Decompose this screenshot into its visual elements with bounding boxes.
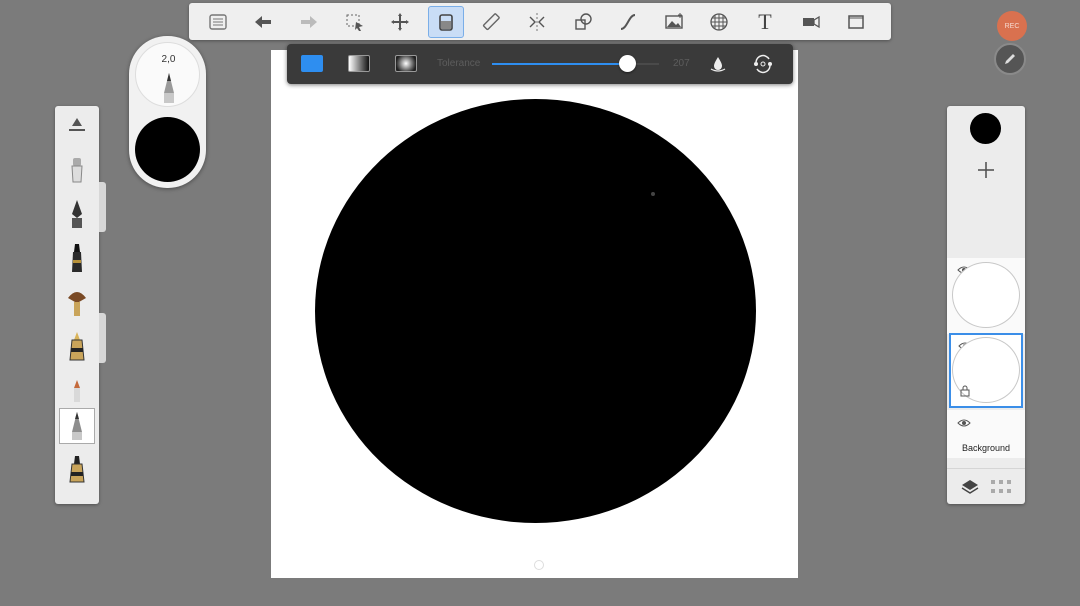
menu-list-button[interactable]	[200, 6, 236, 38]
paint-brush-icon	[69, 332, 85, 361]
redo-button[interactable]	[291, 6, 327, 38]
color-puck[interactable]	[135, 117, 200, 182]
image-icon	[665, 12, 683, 29]
pen-mode-button[interactable]	[994, 43, 1026, 75]
transform-button[interactable]	[382, 6, 418, 38]
palette-tab-upper[interactable]	[99, 182, 106, 232]
layers-panel: Background	[947, 106, 1025, 504]
brush-palette	[55, 106, 99, 504]
brush-slot-airbrush[interactable]	[59, 152, 95, 188]
layer-1-row[interactable]	[947, 258, 1025, 334]
video-button[interactable]	[793, 6, 829, 38]
text-icon: T	[758, 8, 772, 34]
fullscreen-icon	[848, 14, 864, 29]
black-circle-shape	[315, 99, 756, 523]
tolerance-slider-thumb[interactable]	[619, 55, 637, 72]
fill-icon	[438, 13, 453, 31]
selection-button[interactable]	[337, 6, 373, 38]
menu-list-icon	[209, 13, 227, 30]
undo-button[interactable]	[245, 6, 281, 38]
fill-options-bar: Tolerance 207	[287, 44, 793, 84]
curve-icon	[620, 13, 636, 30]
redo-icon	[300, 15, 317, 28]
ink-pen-icon	[72, 200, 82, 228]
pencil-icon	[1005, 54, 1015, 64]
airbrush-icon	[71, 158, 83, 183]
grid-view-icon[interactable]	[991, 480, 1011, 494]
layers-stack-icon[interactable]	[961, 478, 979, 496]
layer-thumbnail	[952, 262, 1020, 328]
transform-icon	[391, 12, 410, 31]
fill-all-layers-icon[interactable]	[751, 53, 775, 75]
perspective-button[interactable]	[701, 6, 737, 38]
lock-icon[interactable]	[960, 385, 970, 397]
eye-icon[interactable]	[957, 418, 971, 428]
drawing-canvas[interactable]	[271, 50, 798, 578]
undo-icon	[255, 15, 272, 28]
record-badge[interactable]: REC	[997, 11, 1027, 41]
shapes-icon	[574, 12, 592, 30]
fill-solid-button[interactable]	[301, 55, 323, 72]
brush-slot-fan-brush[interactable]	[59, 284, 95, 320]
opacity-slider-icon	[69, 118, 85, 131]
curve-button[interactable]	[610, 6, 646, 38]
pencil-tip-icon	[164, 73, 174, 103]
ruler-button[interactable]	[473, 6, 509, 38]
image-button[interactable]	[656, 6, 692, 38]
layers-footer	[947, 468, 1025, 504]
brush-slot-pencil[interactable]	[59, 408, 95, 444]
brush-size-value: 2,0	[161, 54, 176, 65]
pencil-icon	[72, 412, 82, 440]
palette-tab-lower[interactable]	[99, 313, 106, 363]
text-button[interactable]: T	[747, 6, 783, 38]
fan-brush-icon	[68, 292, 86, 316]
chisel-brush-icon	[69, 456, 85, 483]
shapes-button[interactable]	[565, 6, 601, 38]
canvas-anchor-marker	[534, 560, 544, 570]
add-layer-icon[interactable]	[974, 158, 998, 182]
top-toolbar: T	[189, 3, 891, 40]
crayon-icon	[74, 380, 80, 402]
brush-puck: 2,0	[129, 36, 206, 188]
sample-layer-icon[interactable]	[708, 54, 728, 74]
canvas-speck	[651, 192, 655, 196]
fill-linear-gradient-button[interactable]	[348, 55, 370, 72]
brush-slot-marker[interactable]	[59, 240, 95, 276]
symmetry-icon	[529, 12, 545, 31]
brush-slot-crayon[interactable]	[59, 372, 95, 408]
tolerance-slider-fill	[492, 63, 628, 65]
ruler-icon	[483, 12, 501, 30]
selection-icon	[346, 14, 363, 31]
fill-radial-gradient-button[interactable]	[395, 55, 417, 72]
fill-button[interactable]	[427, 5, 464, 38]
layer-2-row[interactable]	[949, 333, 1023, 408]
fullscreen-button[interactable]	[838, 6, 874, 38]
symmetry-button[interactable]	[519, 6, 555, 38]
brush-slot-opacity[interactable]	[59, 108, 95, 144]
background-layer-label: Background	[961, 443, 1011, 453]
brush-slot-chisel[interactable]	[59, 450, 95, 486]
background-layer-row[interactable]: Background	[947, 410, 1025, 458]
marker-icon	[72, 244, 82, 272]
brush-slot-ink-pen[interactable]	[59, 196, 95, 232]
record-label: REC	[1004, 22, 1020, 30]
perspective-icon	[710, 12, 728, 31]
current-color-swatch[interactable]	[970, 113, 1001, 144]
tolerance-value: 207	[673, 58, 690, 69]
brush-slot-paint-brush[interactable]	[59, 328, 95, 364]
brush-size-dial[interactable]: 2,0	[135, 42, 200, 107]
video-icon	[802, 15, 820, 28]
tolerance-label: Tolerance	[437, 58, 481, 69]
